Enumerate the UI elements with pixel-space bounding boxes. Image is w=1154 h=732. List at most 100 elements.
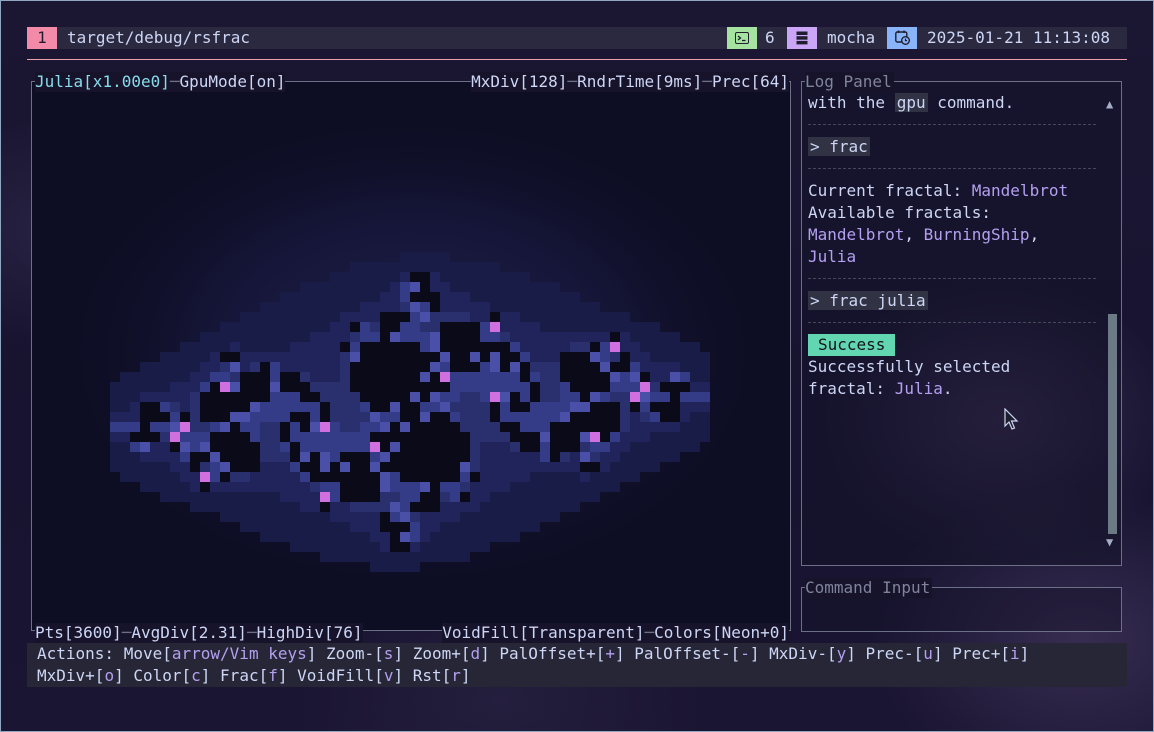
fractal-pixel — [460, 382, 470, 392]
fractal-pixel — [350, 452, 360, 462]
fractal-pixel — [460, 432, 470, 442]
fractal-pixel — [520, 382, 530, 392]
fractal-pixel — [570, 402, 580, 412]
fractal-pixel — [290, 422, 300, 432]
action-frac[interactable]: Frac[f] — [220, 666, 297, 685]
workspace-indicator[interactable]: 1 — [27, 27, 57, 49]
fractal-pixel — [650, 462, 660, 472]
fractal-pixel — [410, 522, 420, 532]
fractal-pixel — [300, 512, 310, 522]
fractal-pixel — [360, 392, 370, 402]
scroll-down-icon[interactable]: ▼ — [1106, 535, 1113, 549]
fractal-pixel — [300, 472, 310, 482]
fractal-pixel — [430, 462, 440, 472]
fractal-pixel — [590, 452, 600, 462]
fractal-pixel — [360, 382, 370, 392]
fractal-pixel — [520, 462, 530, 472]
fractal-pixel — [570, 382, 580, 392]
fractal-pixel — [570, 352, 580, 362]
fractal-pixel — [290, 532, 300, 542]
fractal-pixel — [630, 472, 640, 482]
fractal-pixel — [220, 392, 230, 402]
fractal-pixel — [660, 452, 670, 462]
fractal-pixel — [540, 412, 550, 422]
fractal-pixel — [480, 382, 490, 392]
fractal-pixel — [390, 362, 400, 372]
fractal-pixel — [470, 322, 480, 332]
fractal-pixel — [410, 402, 420, 412]
action-mxdiv-[interactable]: MxDiv+[o] — [37, 666, 133, 685]
fractal-pixel — [690, 422, 700, 432]
fractal-pixel — [440, 342, 450, 352]
fractal-pixel — [510, 442, 520, 452]
fractal-pixel — [440, 512, 450, 522]
fractal-pixel — [370, 402, 380, 412]
fractal-pixel — [610, 332, 620, 342]
fractal-pixel — [650, 382, 660, 392]
fractal-pixel — [230, 462, 240, 472]
fractal-pixel — [480, 542, 490, 552]
log-panel[interactable]: with the gpu command. > frac Current fra… — [801, 81, 1122, 566]
fractal-canvas[interactable] — [31, 81, 791, 631]
scrollbar-thumb[interactable] — [1108, 314, 1117, 534]
fractal-pixel — [320, 522, 330, 532]
fractal-pixel — [430, 322, 440, 332]
fractal-pixel — [320, 402, 330, 412]
gpu-mode: GpuMode[on] — [179, 72, 286, 91]
fractal-pixel — [560, 342, 570, 352]
fractal-pixel — [560, 432, 570, 442]
fractal-pixel — [410, 532, 420, 542]
fractal-pixel — [380, 472, 390, 482]
fractal-pixel — [370, 262, 380, 272]
action-move[interactable]: Move[arrow/Vim keys] — [124, 644, 326, 663]
action-zoom-[interactable]: Zoom-[s] — [326, 644, 413, 663]
fractal-pixel — [170, 432, 180, 442]
fractal-pixel — [660, 442, 670, 452]
action-color[interactable]: Color[c] — [133, 666, 220, 685]
action-rst[interactable]: Rst[r] — [413, 666, 471, 685]
fractal-pixel — [290, 492, 300, 502]
fractal-pixel — [630, 402, 640, 412]
fractal-pixel — [320, 412, 330, 422]
fractal-pixel — [200, 352, 210, 362]
fractal-pixel — [460, 362, 470, 372]
fractal-pixel — [580, 462, 590, 472]
action-key: y — [836, 644, 847, 663]
action-zoom-[interactable]: Zoom+[d] — [413, 644, 500, 663]
fractal-pixel — [560, 502, 570, 512]
action-prec-[interactable]: Prec-[u] — [866, 644, 953, 663]
fractal-pixel — [420, 432, 430, 442]
fractal-pixel — [510, 332, 520, 342]
fractal-pixel — [640, 362, 650, 372]
fractal-pixel — [430, 312, 440, 322]
fractal-pixel — [390, 542, 400, 552]
fractal-pixel — [420, 272, 430, 282]
fractal-pixel — [400, 252, 410, 262]
fractal-pixel — [510, 432, 520, 442]
fractal-pixel — [270, 472, 280, 482]
fractal-pixel — [160, 402, 170, 412]
fractal-pixel — [280, 362, 290, 372]
fractal-pixel — [140, 412, 150, 422]
fractal-pixel — [640, 392, 650, 402]
fractal-pixel — [520, 342, 530, 352]
action-paloffset-[interactable]: PalOffset-[-] — [634, 644, 769, 663]
action-prec-[interactable]: Prec+[i] — [952, 644, 1029, 663]
fractal-pixel — [600, 442, 610, 452]
fractal-pixel — [450, 452, 460, 462]
fractal-pixel — [500, 532, 510, 542]
log-line: Current fractal: Mandelbrot — [808, 181, 1069, 200]
points: Pts[3600] — [35, 623, 122, 642]
fractal-pixel — [510, 282, 520, 292]
action-paloffset-[interactable]: PalOffset+[+] — [499, 644, 634, 663]
fractal-pixel — [500, 382, 510, 392]
scroll-up-icon[interactable]: ▲ — [1106, 97, 1113, 111]
fractal-pixel — [350, 502, 360, 512]
fractal-pixel — [520, 282, 530, 292]
fractal-pixel — [280, 442, 290, 452]
action-mxdiv-[interactable]: MxDiv-[y] — [769, 644, 865, 663]
fractal-pixel — [500, 362, 510, 372]
fractal-pixel — [420, 342, 430, 352]
fractal-pixel — [420, 302, 430, 312]
action-voidfill[interactable]: VoidFill[v] — [297, 666, 413, 685]
